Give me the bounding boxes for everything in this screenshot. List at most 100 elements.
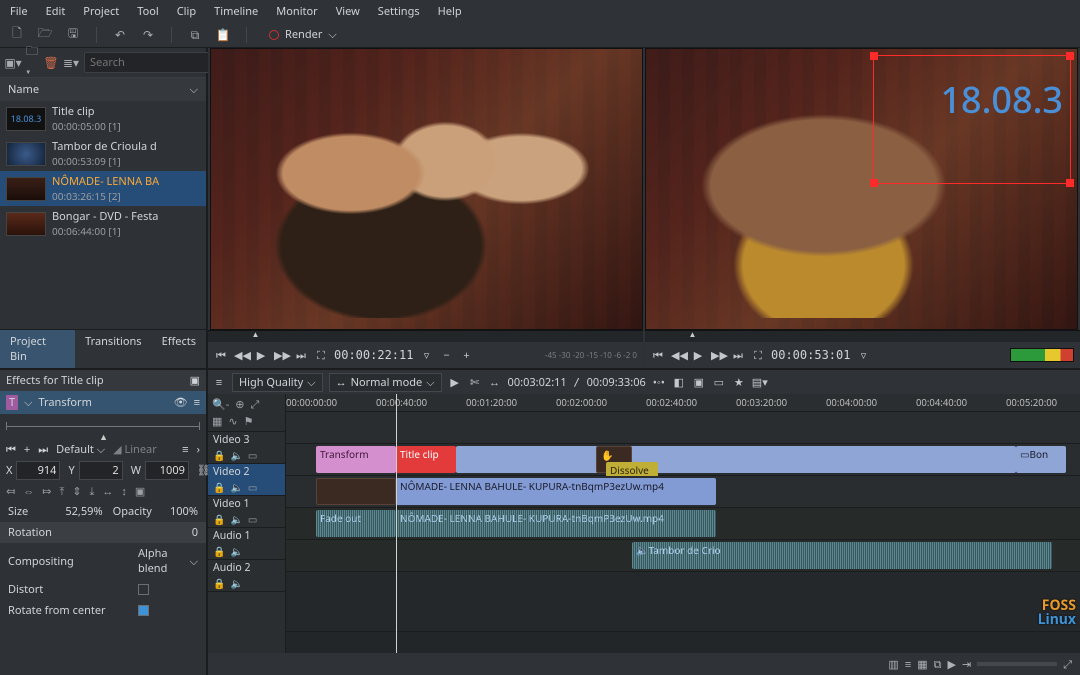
status-icon[interactable]: ⧉	[934, 657, 942, 672]
align-right-icon[interactable]: ⤇	[42, 484, 51, 499]
zoom-in-icon[interactable]: ⊕	[235, 397, 244, 412]
spacer-tool-icon[interactable]: ↔	[488, 375, 502, 390]
align-vcenter-icon[interactable]: ⇕	[72, 484, 81, 499]
y-input[interactable]	[79, 461, 123, 480]
mute-icon[interactable]: 🔈	[230, 480, 242, 494]
preview-render-icon[interactable]: ▤▾	[752, 375, 766, 390]
lift-icon[interactable]: ▭	[712, 375, 726, 390]
favorite-icon[interactable]: ★	[732, 375, 746, 390]
fit-width-icon[interactable]: ↔	[102, 484, 113, 499]
effect-collapse-icon[interactable]: ⌵	[24, 395, 32, 410]
lock-icon[interactable]: 🔒	[213, 512, 225, 526]
lock-icon[interactable]: 🔒	[213, 480, 225, 494]
menu-edit[interactable]: Edit	[46, 4, 66, 19]
copy-icon[interactable]: ⧉	[188, 28, 202, 42]
project-monitor-viewport[interactable]: 18.08.3	[645, 48, 1078, 330]
zoom-slider[interactable]	[977, 662, 1057, 666]
project-monitor-timecode[interactable]: 00:00:53:01	[771, 348, 850, 362]
marker-icon[interactable]: ▿	[419, 348, 433, 363]
timeline-ruler[interactable]: 00:00:00:00 00:00:40:00 00:01:20:00 00:0…	[286, 394, 1080, 412]
razor-tool-icon[interactable]: ✄	[468, 375, 482, 390]
overwrite-icon[interactable]: ◧	[672, 375, 686, 390]
goto-end-icon[interactable]: ⏭	[731, 348, 745, 363]
status-icon[interactable]: ⇥	[962, 657, 971, 672]
track-header-video1[interactable]: Video 1🔒🔈▭	[208, 496, 285, 528]
open-icon[interactable]: 🗁	[38, 28, 52, 42]
original-size-icon[interactable]: ▣	[135, 484, 145, 499]
clip-bon[interactable]: ▭Bon	[1016, 446, 1066, 473]
track-video3[interactable]	[286, 412, 1080, 444]
status-icon[interactable]: ▥	[888, 657, 898, 672]
insert-icon[interactable]: •◦•	[652, 375, 666, 390]
track-header-video2[interactable]: Video 2🔒🔈▭	[208, 464, 285, 496]
opacity-value[interactable]: 100%	[170, 504, 198, 519]
status-icon[interactable]: ▦	[917, 657, 927, 672]
align-top-icon[interactable]: ⤒	[59, 484, 64, 499]
align-bottom-icon[interactable]: ⤓	[90, 484, 95, 499]
bin-item[interactable]: Tambor de Crioula d00:00:53:09 [1]	[0, 136, 206, 171]
clip-nomade-video[interactable]: NÔMADE- LENNA BAHULE- KUPURA-tnBqmP3ezUw…	[396, 478, 716, 505]
delete-icon[interactable]: 🗑	[44, 56, 58, 70]
effect-visible-icon[interactable]: 👁	[174, 395, 188, 410]
preset-dropdown[interactable]: Default ⌵	[56, 442, 105, 457]
track-header-video3[interactable]: Video 3🔒🔈▭	[208, 432, 285, 464]
lock-icon[interactable]: 🔒	[213, 544, 225, 558]
lock-icon[interactable]: 🔒	[213, 448, 225, 462]
clip-monitor-viewport[interactable]	[210, 48, 643, 330]
bin-item[interactable]: Bongar - DVD - Festa00:06:44:00 [1]	[0, 206, 206, 241]
tab-transitions[interactable]: Transitions	[75, 330, 152, 368]
mute-icon[interactable]: 🔈	[230, 576, 242, 590]
bin-item[interactable]: 18.08.3 Title clip00:00:05:00 [1]	[0, 101, 206, 136]
rotation-value[interactable]: 0	[192, 525, 198, 540]
clip-dissolve[interactable]: Dissolve	[606, 462, 658, 477]
clip-monitor-timecode[interactable]: 00:00:22:11	[334, 348, 413, 362]
add-folder-icon[interactable]: 🗀▾	[26, 56, 38, 70]
clip-monitor-scrubber[interactable]	[208, 330, 643, 342]
save-icon[interactable]: 🖫	[66, 28, 80, 42]
play-icon[interactable]: ▶	[691, 348, 705, 363]
distort-checkbox[interactable]	[138, 584, 149, 595]
forward-icon[interactable]: ▶▶	[274, 348, 288, 363]
rewind-icon[interactable]: ◀◀	[671, 348, 685, 363]
timeline-playhead[interactable]	[396, 394, 397, 653]
timeline-position[interactable]: 00:03:02:11 / 00:09:33:06	[508, 375, 646, 390]
tab-effects[interactable]: Effects	[152, 330, 206, 368]
track-header-audio2[interactable]: Audio 2🔒🔈	[208, 560, 285, 592]
hide-icon[interactable]: ▭	[248, 480, 257, 494]
clip-video-long[interactable]	[456, 446, 1016, 473]
align-hcenter-icon[interactable]: ⇔	[23, 484, 34, 499]
bin-item[interactable]: NÔMADE- LENNA BA00:03:26:15 [2]	[0, 171, 206, 206]
forward-icon[interactable]: ▶▶	[711, 348, 725, 363]
track-empty[interactable]	[286, 572, 1080, 632]
zone-icon[interactable]: ⛶	[751, 348, 765, 363]
menu-file[interactable]: File	[10, 4, 28, 19]
goto-end-icon[interactable]: ⏭	[294, 348, 308, 363]
chevron-right-icon[interactable]: ›	[197, 442, 200, 457]
menu-settings[interactable]: Settings	[378, 4, 420, 19]
add-clip-icon[interactable]: ▣▾	[6, 56, 20, 70]
size-value[interactable]: 52,59%	[65, 504, 102, 519]
rewind-icon[interactable]: ◀◀	[234, 348, 248, 363]
add-keyframe-icon[interactable]: +	[24, 442, 30, 457]
list-view-icon[interactable]: ≣▾	[64, 56, 78, 70]
fit-icon[interactable]: ⤢	[250, 397, 259, 412]
extract-icon[interactable]: ▣	[692, 375, 706, 390]
show-markers-icon[interactable]: ⚑	[244, 414, 254, 429]
marker-icon[interactable]: ▿	[856, 348, 870, 363]
goto-start-icon[interactable]: ⏮	[214, 348, 228, 363]
redo-icon[interactable]: ↷	[141, 28, 155, 42]
track-compositing-icon[interactable]: ≡	[212, 375, 226, 390]
panel-menu-icon[interactable]: ▣	[190, 373, 200, 388]
lock-icon[interactable]: 🔒	[213, 576, 225, 590]
next-keyframe-icon[interactable]: ⏭	[38, 442, 48, 457]
preview-quality-dropdown[interactable]: High Quality⌵	[232, 373, 323, 392]
hide-icon[interactable]: ▭	[248, 512, 257, 526]
clip-fadeout[interactable]: Fade out	[316, 510, 396, 537]
show-audio-icon[interactable]: ∿	[228, 414, 237, 429]
mute-icon[interactable]: 🔈	[230, 512, 242, 526]
menu-monitor[interactable]: Monitor	[276, 4, 317, 19]
clip-transform[interactable]: Transform	[316, 446, 396, 473]
timeline-tracks[interactable]: 00:00:00:00 00:00:40:00 00:01:20:00 00:0…	[286, 394, 1080, 653]
menu-help[interactable]: Help	[438, 4, 462, 19]
hide-icon[interactable]: ▭	[248, 448, 257, 462]
